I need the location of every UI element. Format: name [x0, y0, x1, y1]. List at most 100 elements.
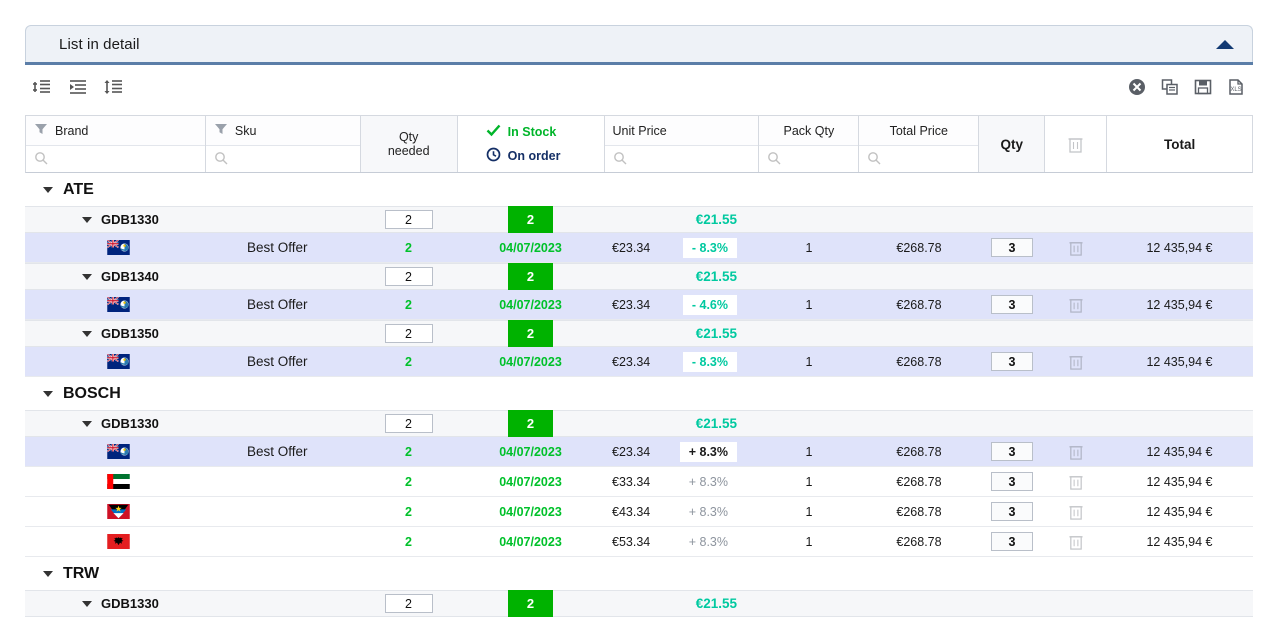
sku-row[interactable]: GDB1330 2 2 €21.55 — [25, 206, 1253, 233]
offer-label: Best Offer — [247, 444, 308, 459]
order-qty-input[interactable]: 3 — [991, 532, 1033, 551]
brand-search-input[interactable] — [26, 145, 205, 172]
offer-total: 12 435,94 € — [1146, 354, 1213, 369]
sku-code-cell[interactable]: GDB1330 — [25, 410, 360, 437]
offer-row[interactable]: 2 04/07/2023 €43.34 + 8.3% 1 €268.78 3 12 435,… — [25, 497, 1253, 527]
offer-qty: 2 — [405, 444, 412, 459]
offer-order-qty-cell[interactable]: 3 — [979, 290, 1045, 319]
offer-row[interactable]: 2 04/07/2023 €33.34 + 8.3% 1 €268.78 3 12 435,… — [25, 467, 1253, 497]
total-price-search-input[interactable] — [859, 145, 979, 172]
triangle-down-icon[interactable] — [82, 273, 92, 280]
triangle-down-icon[interactable] — [82, 420, 92, 427]
order-qty-input[interactable]: 3 — [991, 472, 1033, 491]
triangle-down-icon[interactable] — [82, 330, 92, 337]
triangle-down-icon[interactable] — [82, 600, 92, 607]
offer-delete-cell[interactable] — [1045, 437, 1107, 466]
delete-row-button[interactable] — [1068, 503, 1084, 521]
expand-all-icon[interactable] — [31, 76, 53, 98]
delete-row-button[interactable] — [1068, 473, 1084, 491]
offer-delete-cell[interactable] — [1045, 233, 1107, 262]
panel-collapse-button[interactable] — [1216, 39, 1234, 49]
group-header-row[interactable]: ATE — [25, 173, 1253, 206]
delete-row-button[interactable] — [1068, 353, 1084, 371]
toolbar-right-group: XLS — [1126, 76, 1247, 98]
qty-needed-cell[interactable]: 2 — [360, 320, 457, 347]
offer-delete-cell[interactable] — [1045, 290, 1107, 319]
save-icon[interactable] — [1192, 76, 1214, 98]
offer-qty: 2 — [405, 354, 412, 369]
column-header-qty[interactable]: Qty — [979, 116, 1046, 172]
qty-needed-input[interactable]: 2 — [384, 414, 433, 433]
copy-icon[interactable] — [1159, 76, 1181, 98]
order-qty-input[interactable]: 3 — [991, 442, 1033, 461]
sku-code-cell[interactable]: GDB1340 — [25, 263, 360, 290]
sku-search-input[interactable] — [205, 145, 360, 172]
qty-needed-input[interactable]: 2 — [384, 324, 433, 343]
offer-order-qty-cell[interactable]: 3 — [979, 233, 1045, 262]
offer-delete-cell[interactable] — [1045, 467, 1107, 496]
sku-code-cell[interactable]: GDB1330 — [25, 590, 360, 617]
order-qty-input[interactable]: 3 — [991, 352, 1033, 371]
group-header-row[interactable]: BOSCH — [25, 377, 1253, 410]
column-header-unit-price[interactable]: Unit Price — [604, 116, 760, 172]
delete-row-button[interactable] — [1068, 443, 1084, 461]
indent-list-icon[interactable] — [67, 76, 89, 98]
group-toggle[interactable]: ATE — [25, 181, 94, 199]
offer-label-cell: Best Offer — [205, 233, 360, 262]
delete-row-button[interactable] — [1068, 533, 1084, 551]
column-header-pack-qty[interactable]: Pack Qty — [759, 116, 860, 172]
column-header-total-price[interactable]: Total Price — [859, 116, 980, 172]
offer-delete-cell[interactable] — [1045, 497, 1107, 526]
offer-order-qty-cell[interactable]: 3 — [979, 347, 1045, 376]
qty-needed-cell[interactable]: 2 — [360, 263, 457, 290]
column-header-sku[interactable]: Sku — [205, 116, 361, 172]
offer-order-qty-cell[interactable]: 3 — [979, 467, 1045, 496]
qty-needed-input[interactable]: 2 — [384, 594, 433, 613]
sku-row[interactable]: GDB1330 2 2 €21.55 — [25, 590, 1253, 617]
offer-order-qty-cell[interactable]: 3 — [979, 497, 1045, 526]
offer-order-qty-cell[interactable]: 3 — [979, 527, 1045, 556]
delete-row-button[interactable] — [1068, 239, 1084, 257]
offer-pack-qty: 1 — [805, 504, 813, 519]
export-icon[interactable]: XLS — [1225, 76, 1247, 98]
filter-funnel-icon[interactable] — [214, 122, 228, 139]
group-header-row[interactable]: TRW — [25, 557, 1253, 590]
sku-row[interactable]: GDB1330 2 2 €21.55 — [25, 410, 1253, 437]
offer-row[interactable]: Best Offer 2 04/07/2023 €23.34 + 8.3% 1 €268.7… — [25, 437, 1253, 467]
unit-price-search-input[interactable] — [604, 145, 759, 172]
delete-row-button[interactable] — [1068, 296, 1084, 314]
pack-qty-search-input[interactable] — [759, 145, 859, 172]
qty-needed-cell[interactable]: 2 — [360, 590, 457, 617]
qty-needed-input[interactable]: 2 — [384, 210, 433, 229]
group-toggle[interactable]: TRW — [25, 565, 99, 583]
offer-row[interactable]: Best Offer 2 04/07/2023 €23.34 - 8.3% 1 €268.7… — [25, 233, 1253, 263]
column-header-qty-needed[interactable]: Qty needed — [360, 116, 458, 172]
qty-needed-cell[interactable]: 2 — [360, 410, 457, 437]
sku-code-cell[interactable]: GDB1330 — [25, 206, 360, 233]
qty-needed-input[interactable]: 2 — [384, 267, 433, 286]
sku-code: GDB1350 — [101, 326, 159, 341]
order-qty-input[interactable]: 3 — [991, 502, 1033, 521]
offer-row[interactable]: 2 04/07/2023 €53.34 + 8.3% 1 €268.78 3 12 435,… — [25, 527, 1253, 557]
offer-row[interactable]: Best Offer 2 04/07/2023 €23.34 - 4.6% 1 €268.7… — [25, 290, 1253, 320]
order-qty-input[interactable]: 3 — [991, 295, 1033, 314]
offer-date-cell: 04/07/2023 — [457, 233, 604, 262]
group-toggle[interactable]: BOSCH — [25, 385, 121, 403]
offer-order-qty-cell[interactable]: 3 — [979, 437, 1045, 466]
offer-delete-cell[interactable] — [1045, 527, 1107, 556]
qty-needed-cell[interactable]: 2 — [360, 206, 457, 233]
collapse-all-icon[interactable] — [103, 76, 125, 98]
offer-total-price-cell: €268.78 — [859, 233, 979, 262]
offer-row[interactable]: Best Offer 2 04/07/2023 €23.34 - 8.3% 1 €268.7… — [25, 347, 1253, 377]
sku-row[interactable]: GDB1350 2 2 €21.55 — [25, 320, 1253, 347]
filter-funnel-icon[interactable] — [34, 122, 48, 139]
sku-code-cell[interactable]: GDB1350 — [25, 320, 360, 347]
sku-row[interactable]: GDB1340 2 2 €21.55 — [25, 263, 1253, 290]
triangle-down-icon[interactable] — [82, 216, 92, 223]
offer-delete-cell[interactable] — [1045, 347, 1107, 376]
triangle-down-icon — [43, 390, 53, 397]
order-qty-input[interactable]: 3 — [991, 238, 1033, 257]
column-header-brand[interactable]: Brand — [26, 116, 206, 172]
cancel-circle-icon[interactable] — [1126, 76, 1148, 98]
offer-unit-price: €23.34 — [612, 444, 651, 459]
